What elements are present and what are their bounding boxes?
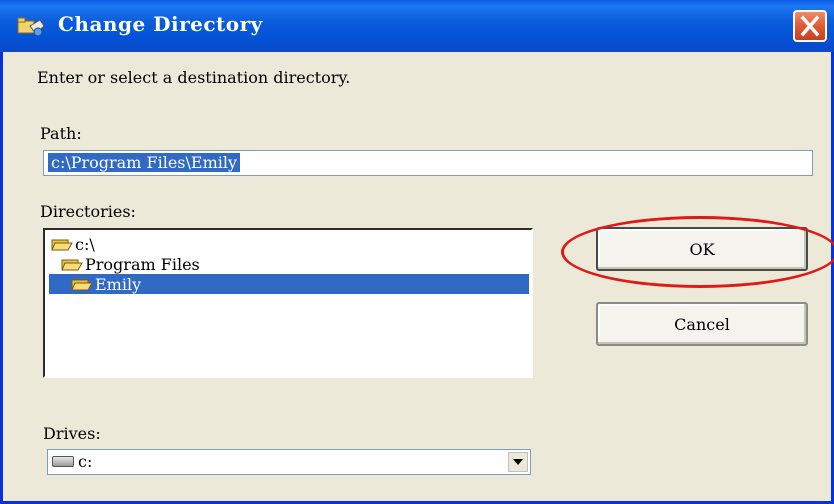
ok-button[interactable]: OK: [596, 227, 808, 271]
chevron-down-icon: [513, 459, 523, 465]
folder-open-icon: [71, 279, 93, 291]
drives-dropdown[interactable]: c:: [47, 449, 531, 475]
directories-label: Directories:: [40, 202, 136, 221]
list-item[interactable]: c:\: [51, 234, 95, 254]
directory-label: c:\: [75, 234, 95, 254]
drive-value: c:: [78, 452, 93, 471]
drives-label: Drives:: [43, 424, 101, 443]
path-label: Path:: [40, 124, 82, 143]
change-directory-dialog: Change Directory Enter or select a desti…: [0, 0, 834, 504]
directory-label: Emily: [95, 274, 142, 294]
folder-exchange-icon: [17, 17, 45, 37]
folder-open-icon: [61, 259, 83, 271]
folder-open-icon: [51, 239, 73, 251]
list-item[interactable]: Program Files: [61, 254, 200, 274]
list-item-selected[interactable]: Emily: [49, 274, 529, 294]
title-bar[interactable]: Change Directory: [0, 0, 834, 52]
path-input[interactable]: c:\Program Files\Emily: [43, 150, 813, 176]
directory-label: Program Files: [85, 254, 200, 274]
window-title: Change Directory: [58, 12, 263, 36]
cancel-button[interactable]: Cancel: [596, 302, 808, 346]
dropdown-button[interactable]: [508, 452, 528, 472]
close-button[interactable]: [793, 10, 827, 42]
directories-list[interactable]: c:\ Program Files Emily: [43, 228, 533, 378]
instruction-text: Enter or select a destination directory.: [37, 68, 351, 87]
drive-icon: [52, 456, 74, 467]
close-icon: [800, 15, 820, 37]
path-value: c:\Program Files\Emily: [48, 153, 241, 172]
